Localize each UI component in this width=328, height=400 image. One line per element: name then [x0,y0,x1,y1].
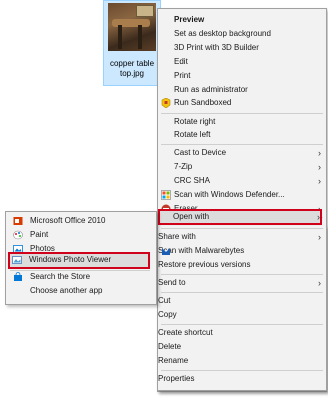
submenu-arrow-icon: › [318,162,321,172]
menu-separator [161,228,323,229]
menu-item-rename[interactable]: Rename [158,355,326,367]
office-icon [13,217,23,225]
menu-item-run-as-admin[interactable]: Run as administrator [158,84,326,96]
menu-separator [10,270,150,271]
menu-item-rotate-right[interactable]: Rotate right [158,116,326,128]
menu-item-edit[interactable]: Edit [158,56,326,68]
menu-item-open-with[interactable]: Open with › [157,211,325,223]
menu-item-share-with[interactable]: Share with › [158,231,326,243]
submenu-arrow-icon: › [317,212,320,222]
windows-defender-icon [161,190,171,200]
app-item-choose-another[interactable]: Choose another app [6,285,156,297]
app-item-paint[interactable]: Paint [6,229,156,241]
photo-viewer-icon [12,256,22,264]
menu-item-cast-to-device[interactable]: Cast to Device › [158,147,326,159]
menu-item-send-to[interactable]: Send to › [158,277,326,289]
menu-item-properties[interactable]: Properties [158,373,326,385]
app-item-search-store[interactable]: Search the Store [6,271,156,283]
submenu-arrow-icon: › [318,148,321,158]
menu-item-delete[interactable]: Delete [158,341,326,353]
menu-separator [161,144,323,145]
menu-item-crc-sha[interactable]: CRC SHA › [158,175,326,187]
context-menu-lower: Share with › Scan with Malwarebytes Resto… [157,226,327,391]
malwarebytes-icon [162,248,170,255]
menu-item-create-shortcut[interactable]: Create shortcut [158,327,326,339]
submenu-arrow-icon: › [318,176,321,186]
store-icon [14,272,22,281]
menu-item-scan-malwarebytes[interactable]: Scan with Malwarebytes [158,245,326,257]
menu-item-copy[interactable]: Copy [158,309,326,321]
menu-separator [161,324,323,325]
file-name: copper table top.jpg [109,59,155,78]
menu-item-scan-defender[interactable]: Scan with Windows Defender... [158,189,326,201]
sandboxie-icon [161,98,171,108]
menu-item-set-desktop-background[interactable]: Set as desktop background [158,28,326,40]
paint-icon [13,230,23,240]
menu-item-3d-print[interactable]: 3D Print with 3D Builder [158,42,326,54]
menu-item-run-sandboxed[interactable]: Run Sandboxed [158,97,326,109]
submenu-arrow-icon: › [318,232,321,242]
menu-item-rotate-left[interactable]: Rotate left [158,129,326,141]
submenu-arrow-icon: › [318,278,321,288]
menu-item-print[interactable]: Print [158,70,326,82]
menu-separator [161,113,323,114]
menu-separator [161,292,323,293]
file-icon-copper-table[interactable]: copper table top.jpg [103,0,161,86]
menu-item-7zip[interactable]: 7-Zip › [158,161,326,173]
menu-item-cut[interactable]: Cut [158,295,326,307]
menu-item-preview[interactable]: Preview [158,14,326,26]
menu-separator [161,370,323,371]
menu-separator [161,274,323,275]
app-item-photo-viewer[interactable]: Windows Photo Viewer [5,254,155,266]
image-thumbnail [108,3,156,51]
app-item-office[interactable]: Microsoft Office 2010 [6,215,156,227]
menu-item-restore-versions[interactable]: Restore previous versions [158,259,326,271]
